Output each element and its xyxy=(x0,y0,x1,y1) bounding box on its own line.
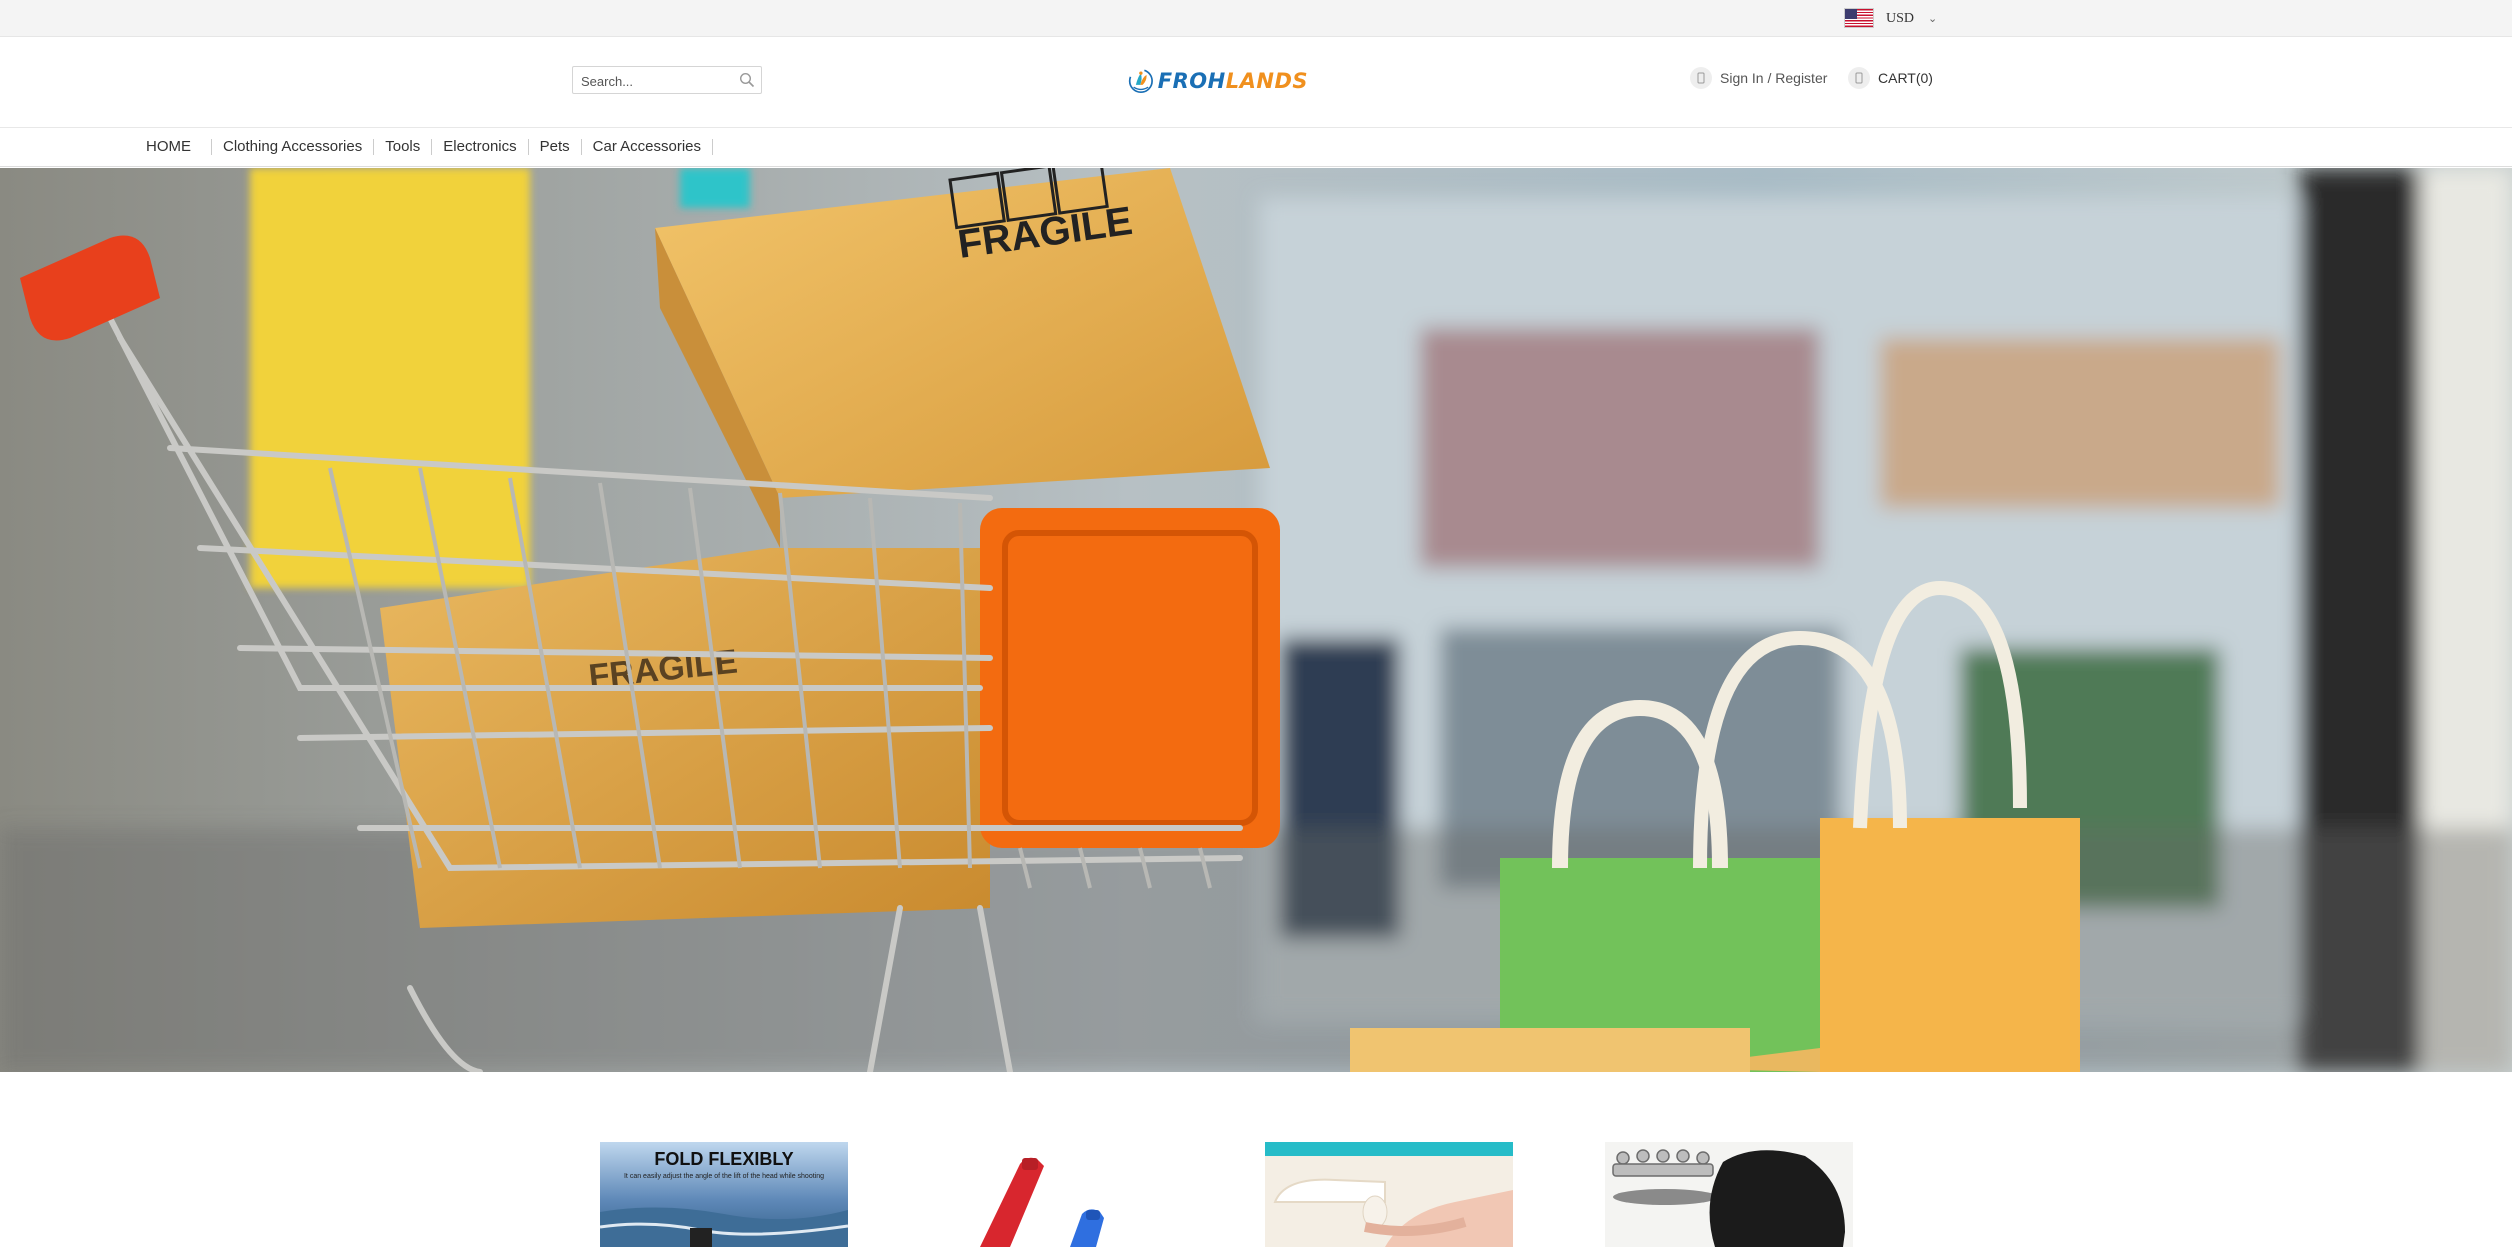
product-image: FOLD FLEXIBLY It can easily adjust the a… xyxy=(600,1142,848,1247)
product-image xyxy=(1265,1142,1513,1247)
cart-label: CART(0) xyxy=(1878,70,1933,86)
currency-selector[interactable]: USD ⌄ xyxy=(1844,6,1937,30)
currency-select[interactable]: USD xyxy=(1884,10,1924,26)
nav-item-pets[interactable]: Pets xyxy=(529,139,582,155)
top-bar: USD ⌄ xyxy=(0,0,2512,37)
product-banner-title: FOLD FLEXIBLY xyxy=(654,1149,793,1169)
product-grid: FOLD FLEXIBLY It can easily adjust the a… xyxy=(0,1142,2512,1247)
product-card[interactable] xyxy=(1265,1142,1513,1247)
nav-item-car-accessories[interactable]: Car Accessories xyxy=(582,139,714,155)
logo-mark-icon xyxy=(1128,68,1153,94)
nav-item-tools[interactable]: Tools xyxy=(374,139,433,155)
nav-item-clothing-accessories[interactable]: Clothing Accessories xyxy=(212,139,375,155)
site-logo[interactable]: FROHLANDS xyxy=(1128,56,1308,106)
nav-item-electronics[interactable]: Electronics xyxy=(432,139,529,155)
nav-item-home[interactable]: HOME xyxy=(146,139,212,155)
us-flag-icon xyxy=(1844,8,1874,28)
search-input[interactable] xyxy=(579,70,733,92)
hero-image: FRAGILE FRAGILE xyxy=(0,168,2512,1072)
product-banner-sub: It can easily adjust the angle of the li… xyxy=(624,1173,824,1180)
chevron-down-icon: ⌄ xyxy=(1928,12,1938,25)
product-card[interactable] xyxy=(1605,1142,1853,1247)
main-nav: HOME Clothing Accessories Tools Electron… xyxy=(0,128,2512,167)
account-label: Sign In / Register xyxy=(1720,70,1828,86)
site-header: FROHLANDS Sign In / Register CART(0) xyxy=(0,37,2512,128)
user-icon xyxy=(1690,67,1712,89)
cart-icon xyxy=(1848,67,1870,89)
search-icon[interactable] xyxy=(739,72,755,88)
product-card[interactable]: FOLD FLEXIBLY It can easily adjust the a… xyxy=(600,1142,848,1247)
product-image xyxy=(1605,1142,1853,1247)
sign-in-register-link[interactable]: Sign In / Register xyxy=(1690,67,1827,89)
nav-list: HOME Clothing Accessories Tools Electron… xyxy=(146,128,714,166)
hero-banner[interactable]: FRAGILE FRAGILE xyxy=(0,168,2512,1072)
logo-text: FROHLANDS xyxy=(1157,69,1308,93)
product-image xyxy=(940,1142,1188,1247)
cart-link[interactable]: CART(0) xyxy=(1848,67,1933,89)
search-box[interactable] xyxy=(572,66,762,94)
product-card[interactable] xyxy=(940,1142,1188,1247)
